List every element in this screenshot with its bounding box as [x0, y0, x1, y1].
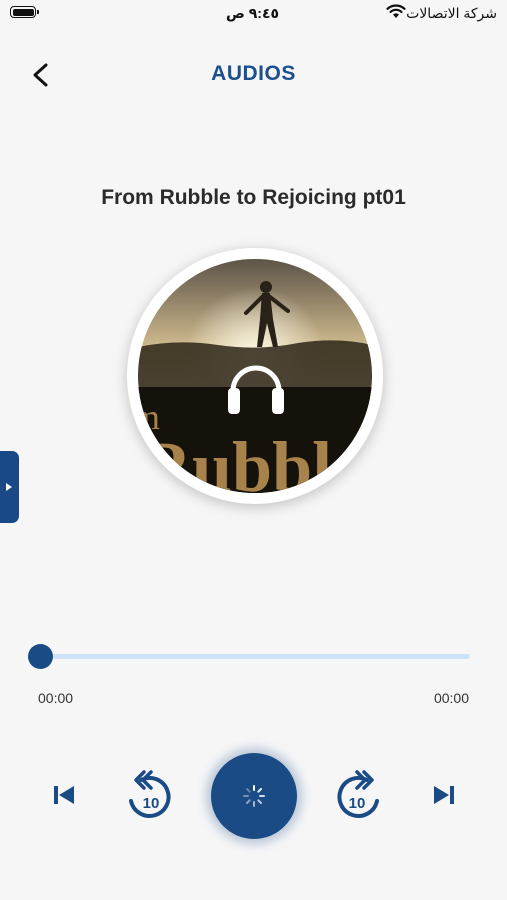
play-pause-button[interactable]: [211, 753, 297, 839]
progress-thumb[interactable]: [28, 644, 53, 669]
rewind-seconds-label: 10: [143, 795, 160, 812]
loading-spinner-icon: [243, 785, 265, 807]
track-title: From Rubble to Rejoicing pt01: [101, 186, 406, 209]
status-bar: ٩:٤٥ ص شركة الاتصالات: [0, 0, 507, 30]
album-artwork: m Rubbl: [127, 248, 383, 504]
headphones-icon: [228, 365, 284, 414]
next-track-button[interactable]: [431, 782, 457, 813]
skip-next-icon: [434, 786, 454, 804]
battery-icon: [10, 6, 39, 18]
forward-10-button[interactable]: 10: [335, 770, 381, 827]
page-title: AUDIOS: [211, 62, 296, 85]
forward-10-icon: 10: [337, 770, 379, 818]
forward-seconds-label: 10: [349, 795, 366, 812]
side-drawer-tab[interactable]: [0, 451, 19, 523]
triangle-right-icon: [6, 483, 12, 491]
artwork-text: Rubbl: [140, 427, 332, 493]
rewind-10-icon: 10: [129, 770, 171, 818]
header: AUDIOS: [0, 50, 507, 100]
progress-track[interactable]: [40, 654, 470, 659]
artwork-image: m Rubbl: [138, 259, 372, 493]
skip-previous-icon: [54, 786, 74, 804]
status-time: ٩:٤٥ ص: [226, 5, 280, 21]
status-carrier: شركة الاتصالات: [406, 5, 497, 21]
wifi-icon: [386, 4, 406, 18]
previous-track-button[interactable]: [51, 782, 77, 813]
rewind-10-button[interactable]: 10: [127, 770, 173, 827]
elapsed-time: 00:00: [38, 690, 74, 706]
total-time: 00:00: [433, 690, 469, 706]
